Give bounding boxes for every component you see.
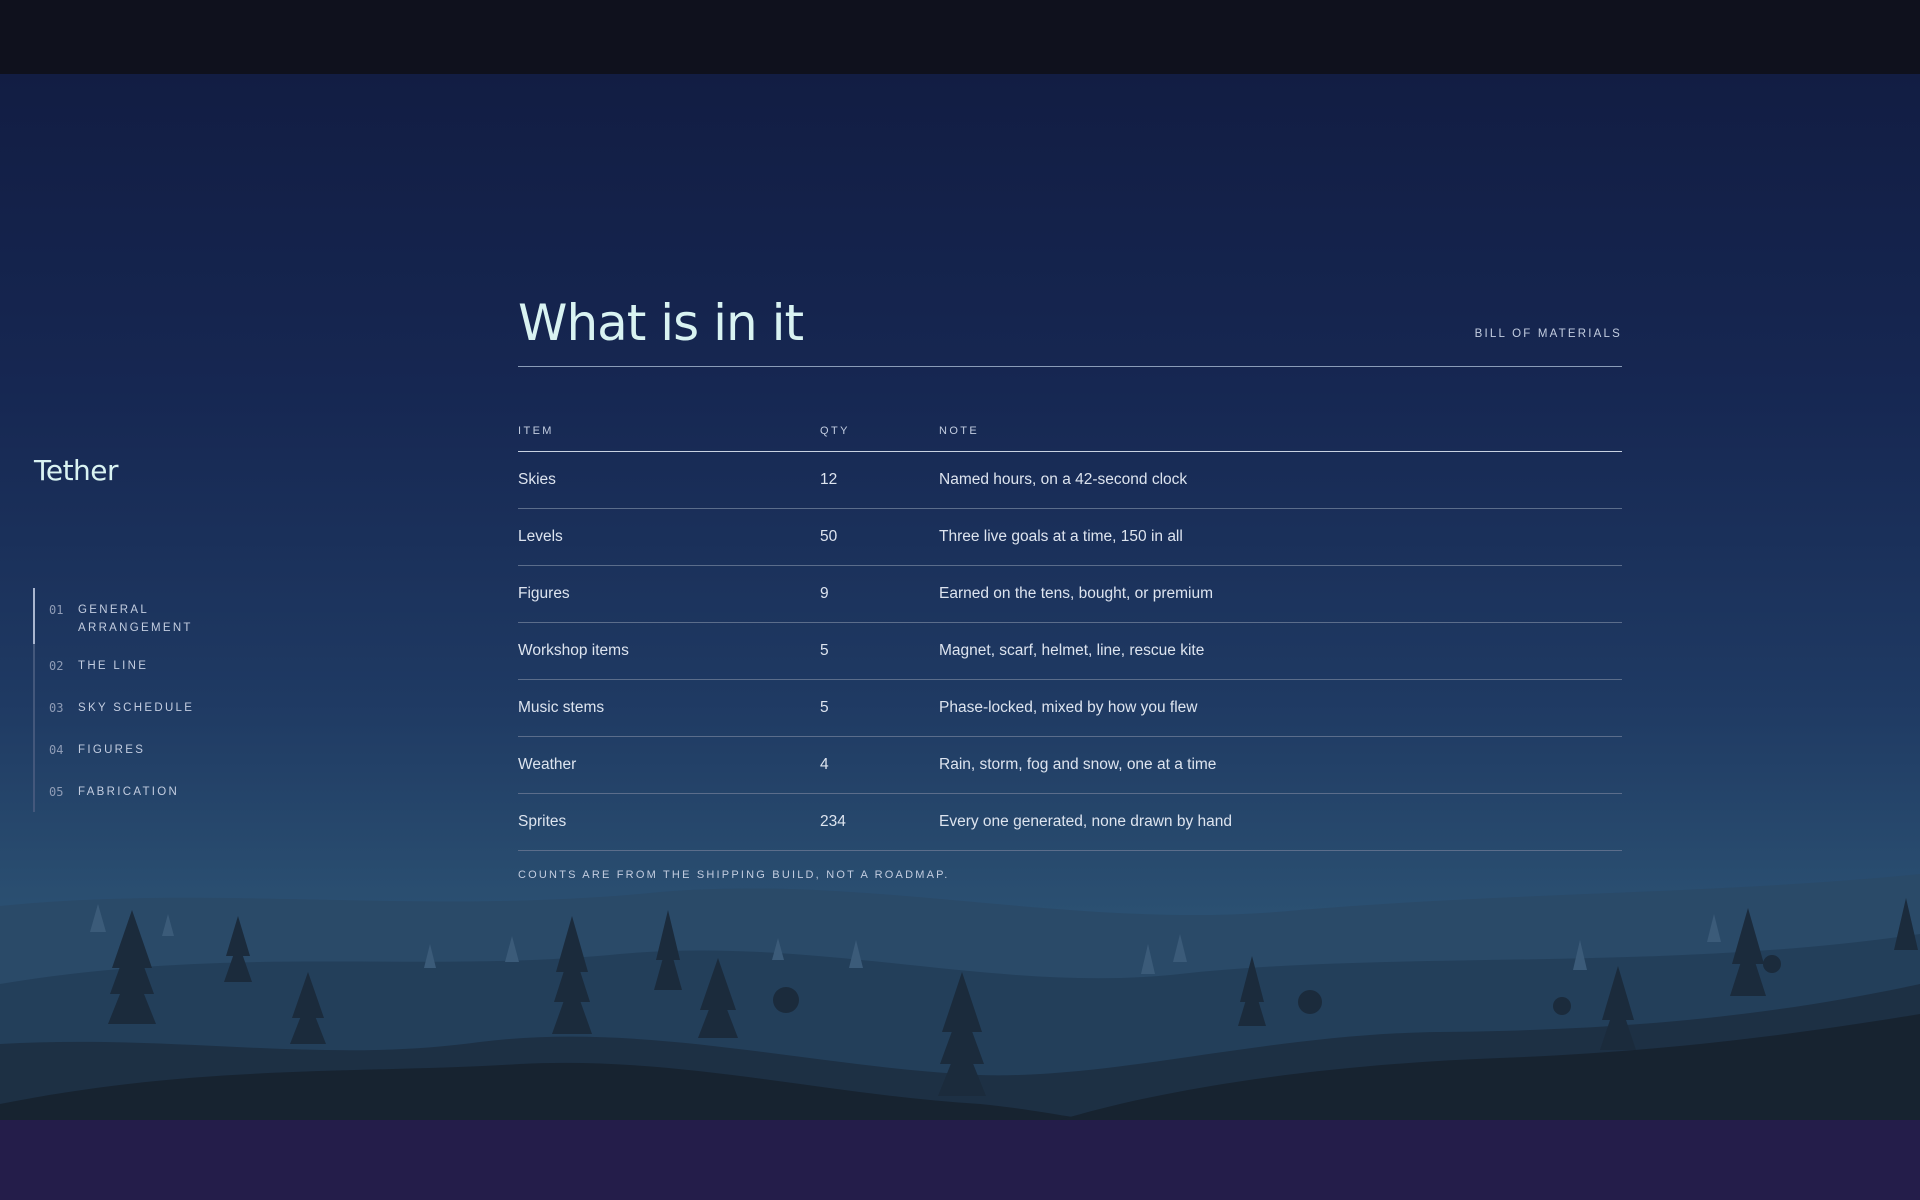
section-eyebrow: BILL OF MATERIALS [1474, 328, 1622, 340]
note-cell: Phase-locked, mixed by how you flew [939, 679, 1622, 737]
qty-cell: 50 [820, 508, 939, 566]
nav-label: FIGURES [78, 744, 146, 756]
qty-cell: 5 [820, 622, 939, 680]
item-cell: Skies [518, 451, 820, 509]
qty-cell: 234 [820, 793, 939, 851]
note-cell: Named hours, on a 42-second clock [939, 451, 1622, 509]
note-cell: Magnet, scarf, helmet, line, rescue kite [939, 622, 1622, 680]
sidebar-title: Tether [34, 454, 119, 487]
nav-item-sky-schedule[interactable]: 03 SKY SCHEDULE [35, 686, 208, 728]
nav-number: 05 [49, 785, 64, 799]
bill-of-materials-section: What is in it BILL OF MATERIALS ITEM QTY… [518, 294, 1622, 881]
qty-cell: 4 [820, 736, 939, 794]
table-row: Workshop items 5 Magnet, scarf, helmet, … [518, 622, 1622, 680]
note-cell: Three live goals at a time, 150 in all [939, 508, 1622, 566]
item-cell: Weather [518, 736, 820, 794]
section-nav: 01 GENERAL ARRANGEMENT 02 THE LINE 03 SK… [33, 588, 208, 812]
qty-cell: 12 [820, 451, 939, 509]
note-cell: Earned on the tens, bought, or premium [939, 565, 1622, 623]
table-row: Weather 4 Rain, storm, fog and snow, one… [518, 736, 1622, 794]
column-header-qty: QTY [820, 425, 939, 452]
nav-number: 02 [49, 659, 64, 673]
qty-cell: 5 [820, 679, 939, 737]
table-footnote: COUNTS ARE FROM THE SHIPPING BUILD, NOT … [518, 869, 950, 881]
table-header-row: ITEM QTY NOTE [518, 425, 1622, 452]
nav-number: 03 [49, 701, 64, 715]
bottom-bar [0, 1120, 1920, 1200]
table-row: Skies 12 Named hours, on a 42-second clo… [518, 451, 1622, 509]
nav-number: 01 [49, 603, 64, 617]
table-row: Levels 50 Three live goals at a time, 15… [518, 508, 1622, 566]
table-row: Sprites 234 Every one generated, none dr… [518, 793, 1622, 851]
item-cell: Workshop items [518, 622, 820, 680]
top-bar [0, 0, 1920, 74]
page-title: What is in it [518, 294, 804, 352]
nav-item-the-line[interactable]: 02 THE LINE [35, 644, 208, 686]
nav-number: 04 [49, 743, 64, 757]
column-header-item: ITEM [518, 425, 820, 452]
nav-label: SKY SCHEDULE [78, 702, 195, 714]
note-cell: Every one generated, none drawn by hand [939, 793, 1622, 851]
column-header-note: NOTE [939, 425, 1622, 452]
nav-label: THE LINE [78, 660, 149, 672]
section-header: What is in it BILL OF MATERIALS [518, 294, 1622, 367]
nav-item-general-arrangement[interactable]: 01 GENERAL ARRANGEMENT [33, 588, 208, 644]
materials-table: ITEM QTY NOTE Skies 12 Named hours, on a… [518, 425, 1622, 851]
table-row: Figures 9 Earned on the tens, bought, or… [518, 565, 1622, 623]
item-cell: Music stems [518, 679, 820, 737]
nav-item-fabrication[interactable]: 05 FABRICATION [35, 770, 208, 812]
note-cell: Rain, storm, fog and snow, one at a time [939, 736, 1622, 794]
item-cell: Levels [518, 508, 820, 566]
item-cell: Figures [518, 565, 820, 623]
table-row: Music stems 5 Phase-locked, mixed by how… [518, 679, 1622, 737]
item-cell: Sprites [518, 793, 820, 851]
nav-item-figures[interactable]: 04 FIGURES [35, 728, 208, 770]
qty-cell: 9 [820, 565, 939, 623]
nav-label: FABRICATION [78, 786, 180, 798]
nav-label: GENERAL ARRANGEMENT [78, 604, 193, 634]
hero-section: Tether 01 GENERAL ARRANGEMENT 02 THE LIN… [0, 74, 1920, 1120]
